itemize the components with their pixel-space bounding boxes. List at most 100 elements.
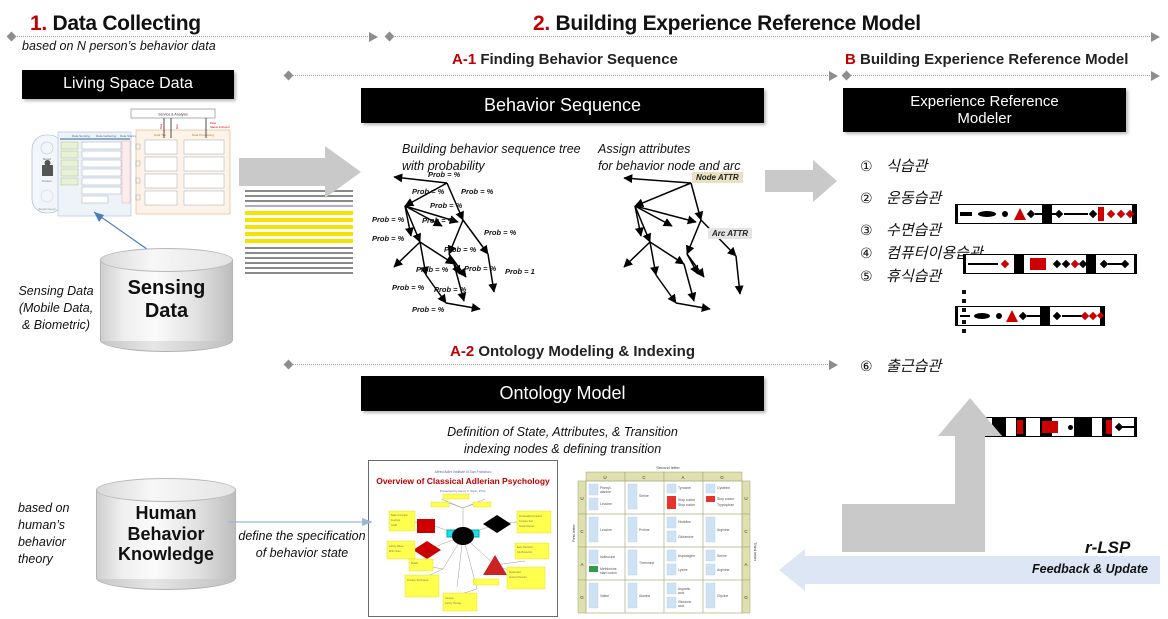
svg-text:Beliefs: Beliefs	[411, 562, 419, 565]
svg-text:Data Gathering: Data Gathering	[96, 134, 117, 138]
experience-reference-modeler-box[interactable]: Experience Reference Modeler	[843, 88, 1126, 132]
svg-text:Presented by Henry T. Stein, P: Presented by Henry T. Stein, Ph.D.	[440, 489, 487, 493]
habit-label: 출근습관	[886, 358, 942, 375]
svg-text:Valine: Valine	[600, 594, 609, 598]
svg-text:Family Values: Family Values	[389, 545, 405, 548]
span-arrow-icon	[829, 71, 838, 81]
caption-based-on-n-person: based on N person’s behavior data	[22, 39, 216, 53]
svg-text:Serine: Serine	[717, 554, 727, 558]
svg-text:First letter: First letter	[571, 524, 576, 542]
habit-number: ③	[860, 222, 873, 238]
habit-bar-5	[955, 306, 1105, 326]
subphase-a2-title: A-2 Ontology Modeling & Indexing	[450, 343, 695, 360]
svg-text:Early Recollect: Early Recollect	[517, 546, 533, 549]
habit-number: ①	[860, 158, 873, 174]
svg-text:Family Therapy: Family Therapy	[445, 602, 462, 605]
svg-text:Creative Self: Creative Self	[519, 520, 533, 523]
svg-text:Lifestyle: Lifestyle	[445, 597, 454, 600]
svg-text:Second letter: Second letter	[656, 465, 680, 470]
caption-human-theory-note: based on human’s behavior theory	[18, 501, 70, 566]
habit-row[interactable]: ③ 수면습관	[860, 219, 941, 240]
svg-text:Feelings: Feelings	[391, 519, 401, 522]
habit-bar-2	[955, 204, 1137, 224]
svg-text:Social Interest: Social Interest	[519, 525, 534, 528]
svg-text:Personality Dynamics: Personality Dynamics	[519, 515, 543, 518]
svg-text:Histidine: Histidine	[678, 520, 691, 524]
svg-text:Leucine: Leucine	[600, 528, 612, 532]
habit-row[interactable]: ⑥ 출근습관	[860, 355, 941, 376]
svg-text:Data Processing: Data Processing	[192, 133, 214, 137]
svg-text:U: U	[603, 475, 606, 480]
svg-text:Third letter: Third letter	[753, 542, 758, 562]
subphase-a1-number: A-1	[452, 51, 477, 68]
svg-text:Anxiety Disorder: Anxiety Disorder	[509, 576, 527, 579]
svg-text:start codon: start codon	[600, 571, 617, 575]
svg-text:Proline: Proline	[639, 528, 650, 532]
svg-text:G: G	[744, 595, 748, 600]
node-attr-label: Node ATTR	[692, 172, 743, 183]
behavior-sequence-tree-left: Prob = % Prob = % Prob = % Prob = % Prob…	[372, 170, 535, 314]
subphase-b-span-line	[841, 70, 1160, 81]
feedback-corner-arrow-icon	[842, 504, 960, 552]
habit-label: 휴식습관	[886, 268, 942, 285]
ontology-model-box[interactable]: Ontology Model	[361, 376, 764, 411]
svg-text:Serine: Serine	[639, 494, 649, 498]
caption-sensing-data-note: Sensing Data (Mobile Data, & Biometric)	[18, 284, 94, 332]
subphase-a2-number: A-2	[450, 343, 475, 360]
habit-list-ellipsis-upper	[958, 290, 970, 317]
feedback-update-label: Feedback & Update	[1032, 562, 1149, 576]
subphase-a1-span-line	[283, 70, 838, 81]
habit-label: 운동습관	[886, 190, 942, 207]
svg-text:acid: acid	[678, 591, 684, 595]
flow-arrow-1-icon	[239, 146, 361, 198]
behavior-sequence-box[interactable]: Behavior Sequence	[361, 88, 764, 123]
living-space-architecture-thumbnail: Service & Analysis Resid Person Environm…	[14, 108, 240, 224]
arc-attr-label: Arc ATTR	[708, 228, 752, 239]
svg-text:Overview of Classical Adlerian: Overview of Classical Adlerian Psycholog…	[376, 476, 550, 486]
svg-text:Arginine: Arginine	[717, 568, 730, 572]
caption-ontology-note: Definition of State, Attributes, & Trans…	[447, 425, 678, 456]
habit-row[interactable]: ① 식습관	[860, 155, 927, 176]
svg-text:G: G	[720, 475, 724, 480]
subphase-a1-title: A-1 Finding Behavior Sequence	[452, 51, 678, 68]
svg-text:Birth Order: Birth Order	[389, 550, 401, 553]
habit-row[interactable]: ② 운동습관	[860, 187, 941, 208]
svg-text:A: A	[580, 562, 583, 567]
svg-text:A: A	[681, 475, 684, 480]
svg-text:Res: Res	[175, 123, 179, 129]
svg-text:Threonine: Threonine	[639, 561, 654, 565]
living-space-data-box[interactable]: Living Space Data	[22, 70, 234, 99]
behavior-sequence-tree-right: Node ATTR Arc ATTR	[600, 170, 785, 315]
highlighted-document-thumbnail	[240, 187, 358, 279]
subphase-b-label: Building Experience Reference Model	[860, 51, 1129, 68]
habit-label: 수면습관	[886, 222, 942, 239]
svg-text:Person: Person	[42, 179, 52, 183]
svg-text:Depression: Depression	[509, 571, 522, 574]
svg-text:Asparagine: Asparagine	[678, 554, 695, 558]
svg-text:G: G	[580, 595, 584, 600]
svg-text:Stop codon: Stop codon	[717, 497, 734, 501]
habit-row[interactable]: ⑤ 휴식습관	[860, 265, 941, 286]
svg-text:Glycine: Glycine	[717, 594, 728, 598]
subphase-b-number: B	[845, 51, 856, 68]
svg-text:U: U	[580, 496, 583, 501]
human-behavior-knowledge-cylinder: Human Behavior Knowledge	[96, 478, 236, 590]
svg-text:Environment: Environment	[39, 207, 56, 211]
phase-2-span-line	[384, 31, 1160, 42]
span-arrow-icon	[829, 360, 838, 370]
svg-text:Data Storing: Data Storing	[120, 134, 137, 138]
svg-text:Arginine: Arginine	[717, 528, 730, 532]
sensing-data-cylinder: Sensing Data	[100, 248, 233, 352]
caption-define-spec: define the specification of behavior sta…	[238, 529, 366, 560]
sensing-data-label: Sensing Data	[127, 277, 206, 322]
svg-text:alanine: alanine	[600, 490, 611, 494]
adlerian-psychology-mindmap-thumbnail: Alfred Adler Institute of San Francisco …	[368, 460, 558, 617]
svg-text:Lysine: Lysine	[678, 568, 688, 572]
r-lsp-label: r-LSP	[1085, 538, 1131, 557]
subphase-a2-span-line	[283, 359, 838, 370]
span-arrow-icon	[1151, 71, 1160, 81]
span-arrow-icon	[1151, 32, 1160, 42]
svg-text:Life Behaviors: Life Behaviors	[517, 551, 533, 554]
habit-number: ⑥	[860, 358, 873, 374]
subphase-a1-label: Finding Behavior Sequence	[480, 51, 678, 68]
